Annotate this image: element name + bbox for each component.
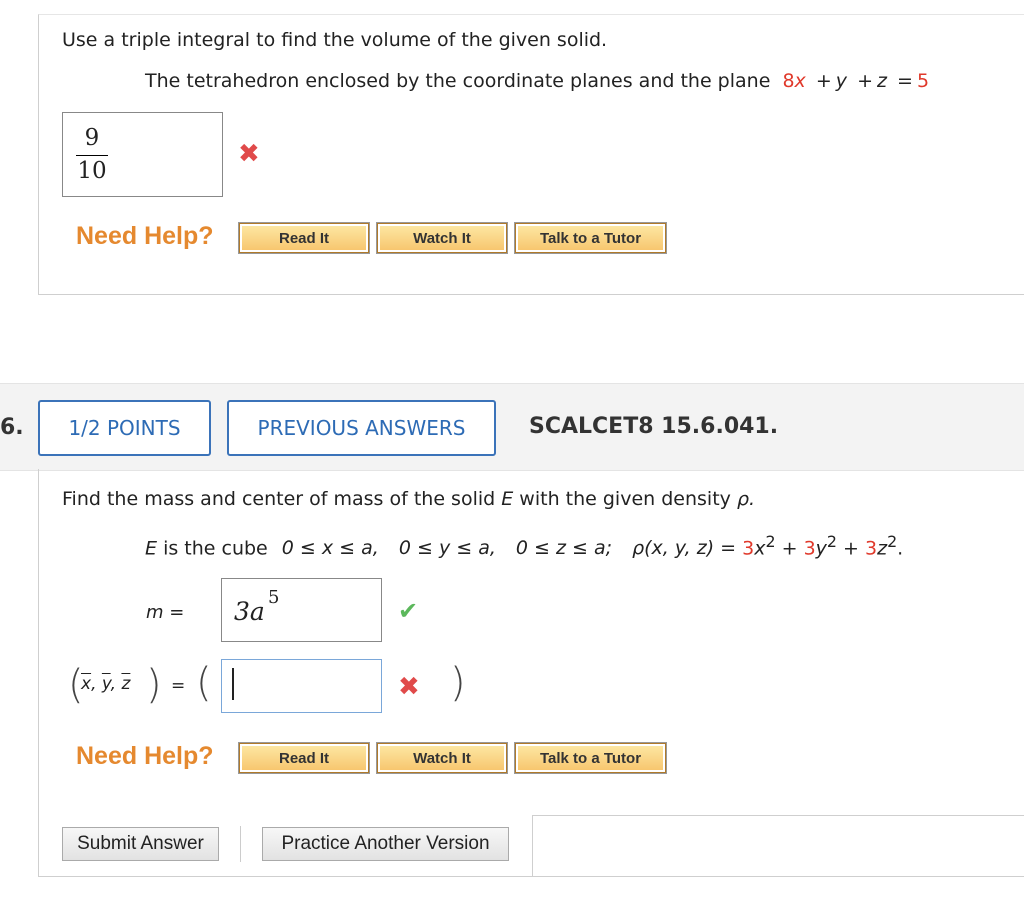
density-op: + xyxy=(781,537,798,560)
inequality-y: 0 ≤ y ≤ a, xyxy=(398,537,496,560)
plane-coef: 8 xyxy=(782,70,795,92)
density-op: + xyxy=(843,537,859,560)
q1-prompt: Use a triple integral to find the volume… xyxy=(62,29,608,51)
mass-label: m = xyxy=(146,602,185,623)
density-var: z xyxy=(877,537,888,560)
z-bar: z xyxy=(121,674,131,694)
talk-to-tutor-button[interactable]: Talk to a Tutor xyxy=(515,743,666,773)
divider xyxy=(240,826,241,862)
text-cursor xyxy=(232,668,234,700)
plane-var-y: y xyxy=(835,70,848,92)
q1-description-prefix: The tetrahedron enclosed by the coordina… xyxy=(145,70,771,92)
previous-answers-button[interactable]: PREVIOUS ANSWERS xyxy=(227,400,496,456)
need-help-label: Need Help? xyxy=(76,222,214,250)
question-number: 6. xyxy=(0,415,24,440)
open-paren: ( xyxy=(196,660,212,706)
plane-equals: = xyxy=(897,70,913,92)
submit-answer-button[interactable]: Submit Answer xyxy=(62,827,219,861)
fraction-bar xyxy=(76,155,108,156)
plane-var-x: x xyxy=(794,70,806,92)
mass-answer-box[interactable]: 3a 5 xyxy=(221,578,382,642)
com-vars: x, y, z xyxy=(81,674,131,694)
x-mark-icon: ✖ xyxy=(398,672,420,702)
divider xyxy=(532,815,1024,816)
density-var: y xyxy=(815,537,827,560)
check-icon: ✔ xyxy=(398,597,419,625)
right-paren-icon: ) xyxy=(146,662,162,708)
plane-var-z: z xyxy=(876,70,887,92)
watch-it-button[interactable]: Watch It xyxy=(377,223,507,253)
plane-rhs: 5 xyxy=(916,70,930,92)
inequality-z: 0 ≤ z ≤ a; xyxy=(515,537,613,560)
solid-symbol: E xyxy=(145,537,158,560)
talk-to-tutor-button[interactable]: Talk to a Tutor xyxy=(515,223,666,253)
question-code: SCALCET8 15.6.041. xyxy=(529,414,779,439)
density-coef: 3 xyxy=(865,537,878,560)
density-end: . xyxy=(897,537,904,560)
practice-another-version-button[interactable]: Practice Another Version xyxy=(262,827,509,861)
read-it-button[interactable]: Read It xyxy=(239,223,369,253)
plane-op: + xyxy=(815,70,832,92)
cube-text: is the cube xyxy=(163,537,268,560)
com-equals: = xyxy=(171,676,186,696)
density-symbol: ρ. xyxy=(736,488,756,510)
x-bar: x xyxy=(81,674,92,694)
inequality-x: 0 ≤ x ≤ a, xyxy=(281,537,379,560)
x-mark-icon: ✖ xyxy=(238,139,260,169)
density-coef: 3 xyxy=(803,537,816,560)
q2-description: E is the cube 0 ≤ x ≤ a, 0 ≤ y ≤ a, 0 ≤ … xyxy=(145,532,903,559)
points-button[interactable]: 1/2 POINTS xyxy=(38,400,211,456)
density-exp: 2 xyxy=(826,532,837,551)
q1-answer-box[interactable]: 9 10 xyxy=(62,112,223,197)
solid-symbol: E xyxy=(501,488,514,510)
q2-prompt-text: Find the mass and center of mass of the … xyxy=(62,488,496,510)
q2-prompt-text: with the given density xyxy=(519,488,731,510)
density-var: x xyxy=(754,537,766,560)
plane-op: + xyxy=(857,70,873,92)
mass-answer-base: 3a xyxy=(234,597,265,626)
q1-answer-fraction: 9 10 xyxy=(76,127,108,183)
denominator: 10 xyxy=(77,158,107,184)
density-exp: 2 xyxy=(887,532,898,551)
q2-prompt: Find the mass and center of mass of the … xyxy=(62,488,755,510)
need-help-label: Need Help? xyxy=(76,742,214,770)
density-exp: 2 xyxy=(765,532,776,551)
center-of-mass-input[interactable] xyxy=(221,659,382,713)
density-coef: 3 xyxy=(742,537,755,560)
q1-description: The tetrahedron enclosed by the coordina… xyxy=(145,70,929,92)
close-paren: ) xyxy=(450,660,466,706)
plane-equation: 8x xyxy=(782,70,805,92)
divider xyxy=(532,815,533,877)
density-lhs: ρ(x, y, z) = xyxy=(632,537,737,560)
y-bar: y xyxy=(101,674,111,694)
mass-answer-exponent: 5 xyxy=(268,587,280,608)
read-it-button[interactable]: Read It xyxy=(239,743,369,773)
watch-it-button[interactable]: Watch It xyxy=(377,743,507,773)
numerator: 9 xyxy=(84,125,100,151)
